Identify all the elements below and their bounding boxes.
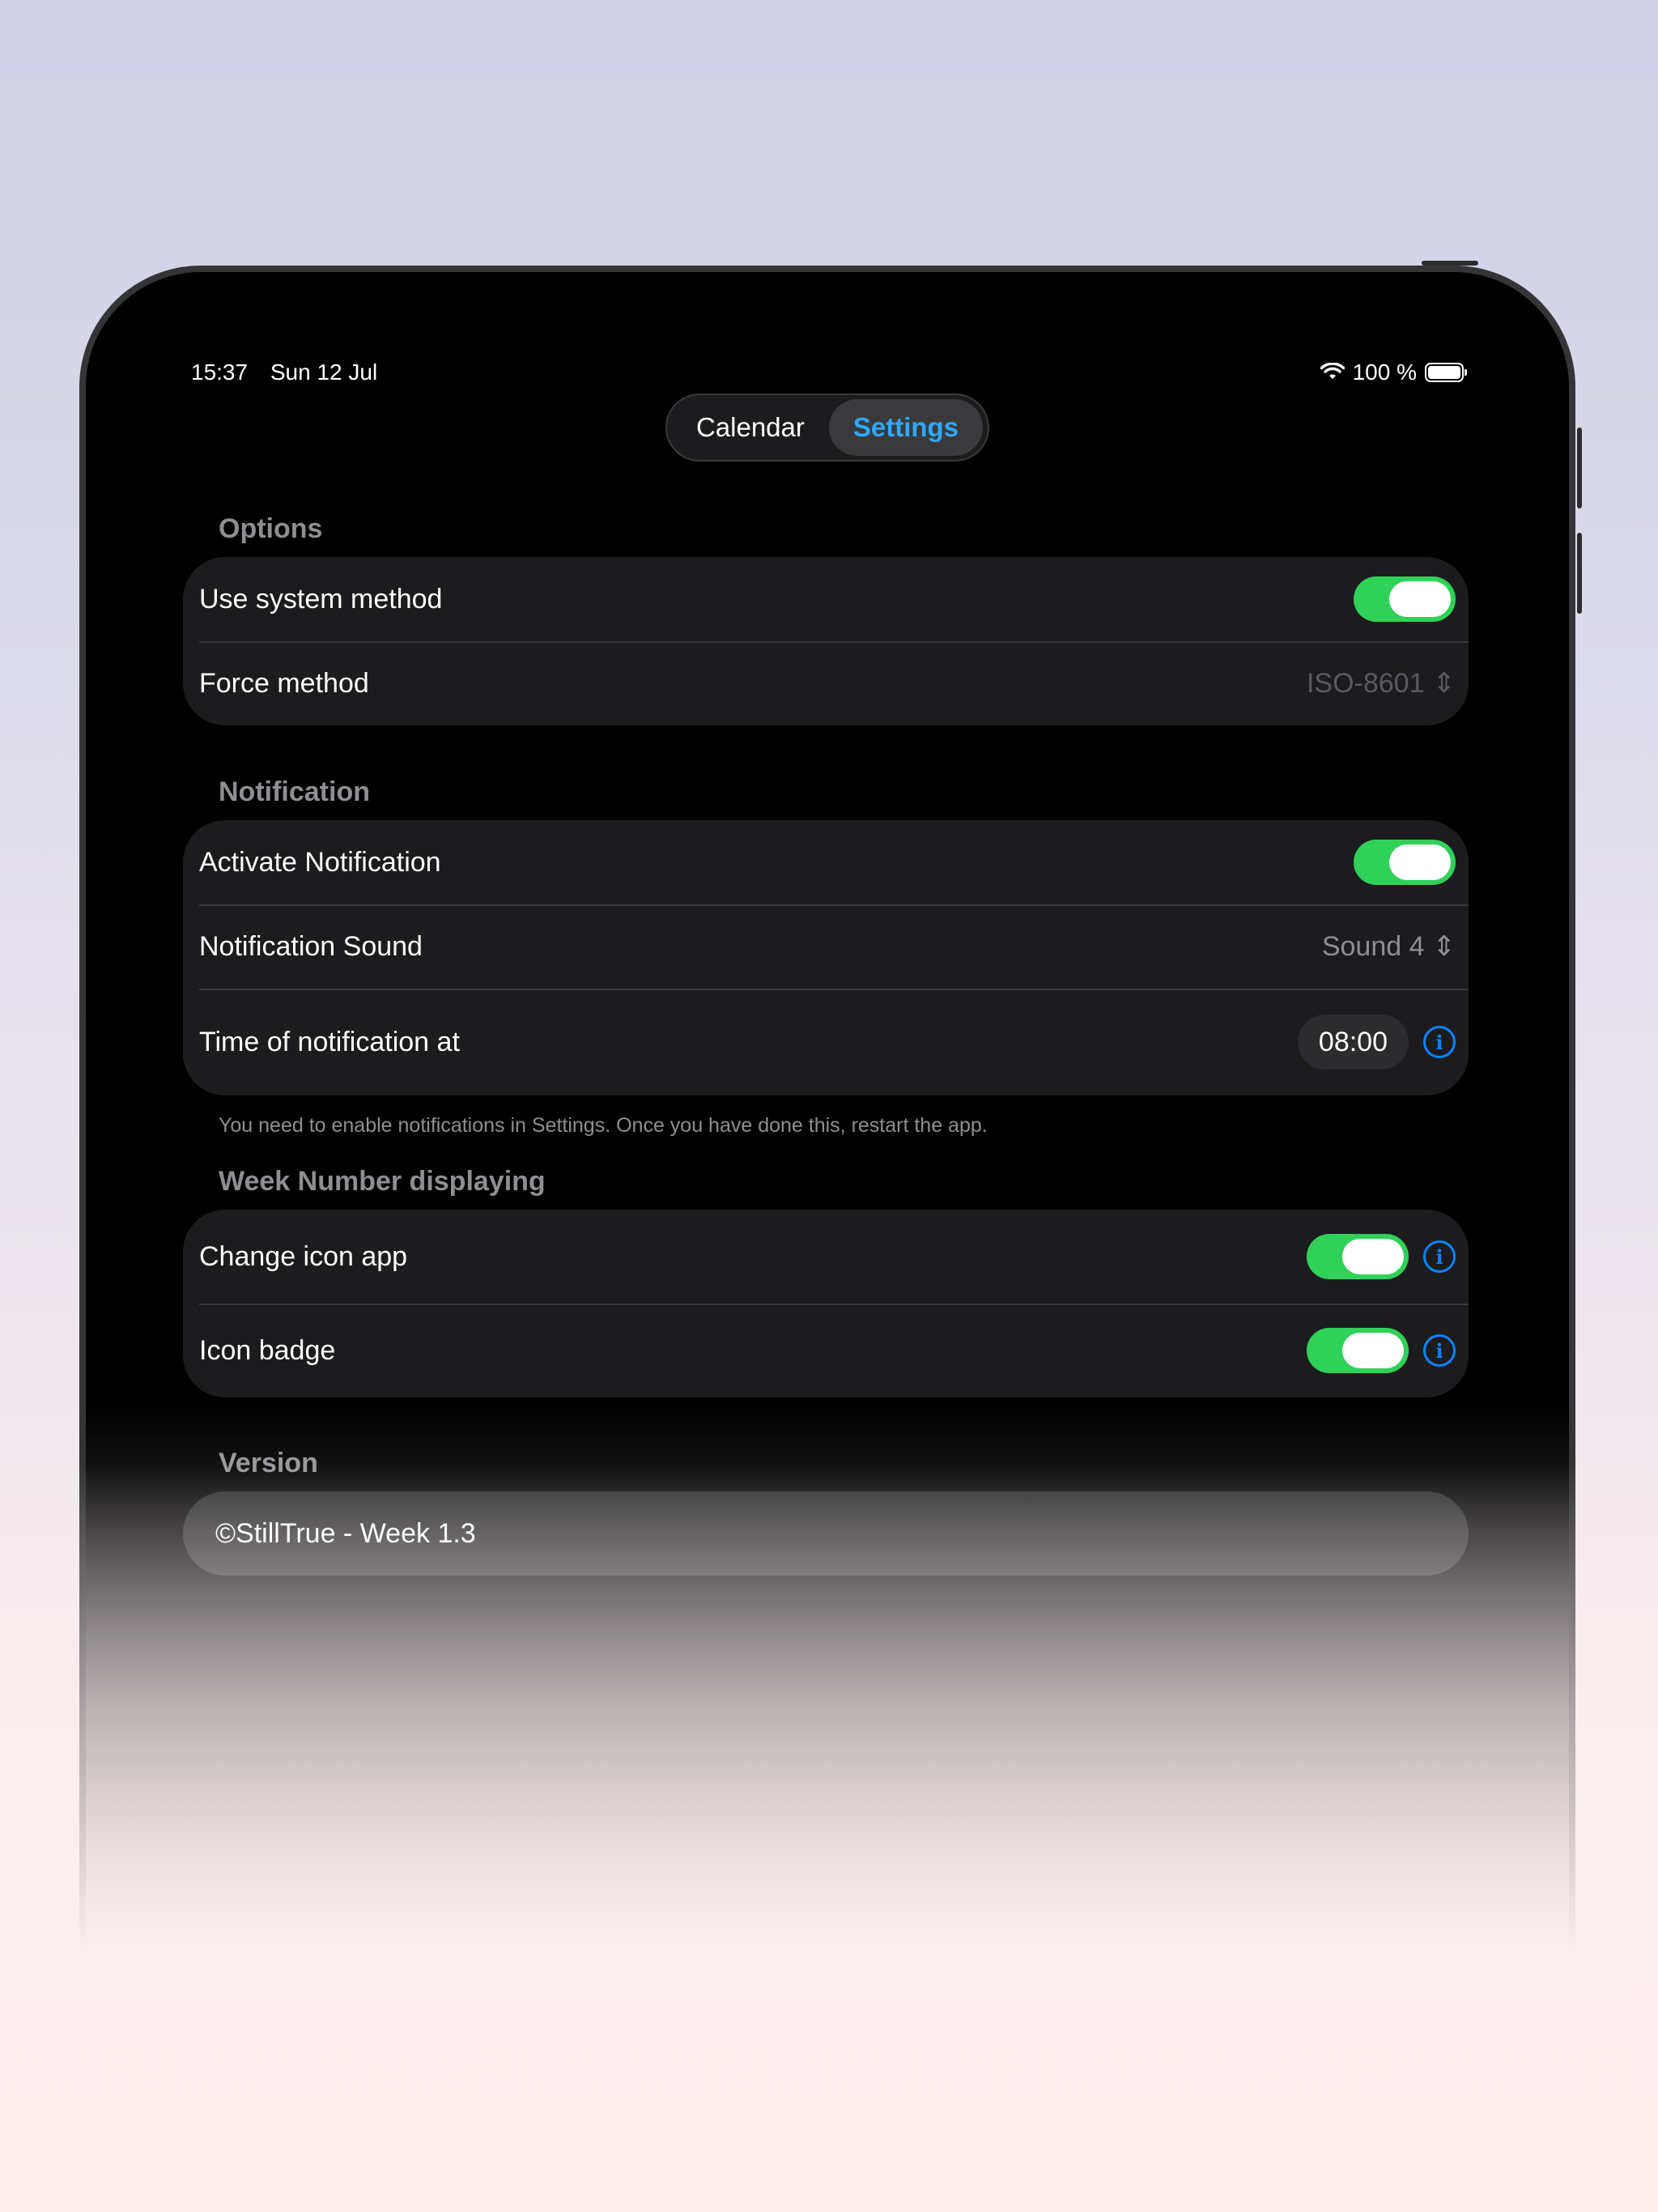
change-icon-toggle[interactable] bbox=[1307, 1234, 1409, 1279]
icon-badge-row: Icon badge i bbox=[183, 1304, 1469, 1397]
ipad-frame: 15:37 Sun 12 Jul 100 % Calendar Settings… bbox=[79, 261, 1582, 1951]
notification-time-picker[interactable]: 08:00 bbox=[1297, 1015, 1409, 1070]
chevron-up-down-icon: ⇕ bbox=[1432, 931, 1456, 962]
change-icon-label: Change icon app bbox=[199, 1240, 408, 1272]
notification-time-label: Time of notification at bbox=[199, 1026, 460, 1057]
notification-footnote: You need to enable notifications in Sett… bbox=[219, 1114, 988, 1137]
status-bar: 15:37 Sun 12 Jul 100 % bbox=[191, 356, 1467, 389]
change-icon-row: Change icon app i bbox=[183, 1210, 1469, 1304]
screen: 15:37 Sun 12 Jul 100 % Calendar Settings… bbox=[86, 272, 1569, 1950]
notification-time-controls: 08:00 i bbox=[1297, 1015, 1456, 1070]
notification-card: Activate Notification Notification Sound… bbox=[183, 820, 1469, 1095]
battery-icon bbox=[1425, 363, 1467, 382]
info-icon[interactable]: i bbox=[1423, 1334, 1456, 1367]
chevron-up-down-icon: ⇕ bbox=[1432, 668, 1456, 699]
notification-time-row: Time of notification at 08:00 i bbox=[183, 989, 1469, 1095]
force-method-value: ISO-8601 bbox=[1306, 667, 1425, 699]
battery-percent: 100 % bbox=[1352, 359, 1417, 385]
icon-badge-controls: i bbox=[1307, 1328, 1456, 1373]
change-icon-controls: i bbox=[1307, 1234, 1456, 1279]
force-method-row: Force method ISO-8601 ⇕ bbox=[183, 641, 1469, 725]
use-system-method-row: Use system method bbox=[183, 557, 1469, 641]
version-section-title: Version bbox=[219, 1448, 318, 1478]
status-date: Sun 12 Jul bbox=[270, 359, 378, 385]
tab-settings[interactable]: Settings bbox=[828, 399, 984, 456]
volume-down-button bbox=[1577, 533, 1582, 614]
notification-sound-value: Sound 4 bbox=[1321, 930, 1425, 962]
options-card: Use system method Force method ISO-8601 … bbox=[183, 557, 1469, 725]
activate-notification-label: Activate Notification bbox=[199, 846, 441, 878]
activate-notification-row: Activate Notification bbox=[183, 820, 1469, 904]
screen-fade-overlay bbox=[86, 1406, 1569, 1950]
status-time: 15:37 bbox=[191, 359, 249, 385]
week-display-card: Change icon app i Icon badge i bbox=[183, 1210, 1469, 1397]
force-method-picker[interactable]: ISO-8601 ⇕ bbox=[1307, 667, 1456, 700]
wifi-icon bbox=[1320, 363, 1345, 379]
notification-sound-row: Notification Sound Sound 4 ⇕ bbox=[183, 904, 1469, 989]
options-section-title: Options bbox=[219, 513, 323, 544]
tab-switcher: Calendar Settings bbox=[665, 393, 990, 462]
activate-notification-toggle[interactable] bbox=[1354, 840, 1456, 885]
status-time-date: 15:37 Sun 12 Jul bbox=[191, 359, 377, 385]
volume-up-button bbox=[1577, 428, 1582, 508]
notification-sound-picker[interactable]: Sound 4 ⇕ bbox=[1322, 930, 1456, 963]
notification-section-title: Notification bbox=[219, 776, 370, 807]
icon-badge-toggle[interactable] bbox=[1307, 1328, 1409, 1373]
top-button bbox=[1422, 261, 1478, 266]
tab-calendar[interactable]: Calendar bbox=[672, 399, 829, 456]
notification-sound-label: Notification Sound bbox=[199, 930, 423, 962]
week-display-section-title: Week Number displaying bbox=[219, 1166, 546, 1197]
use-system-method-toggle[interactable] bbox=[1354, 576, 1456, 622]
use-system-method-label: Use system method bbox=[199, 583, 443, 615]
force-method-label: Force method bbox=[199, 667, 369, 699]
version-card: ©StillTrue - Week 1.3 bbox=[183, 1491, 1469, 1576]
status-indicators: 100 % bbox=[1320, 359, 1467, 385]
icon-badge-label: Icon badge bbox=[199, 1334, 336, 1366]
info-icon[interactable]: i bbox=[1423, 1240, 1456, 1273]
info-icon[interactable]: i bbox=[1423, 1026, 1456, 1058]
